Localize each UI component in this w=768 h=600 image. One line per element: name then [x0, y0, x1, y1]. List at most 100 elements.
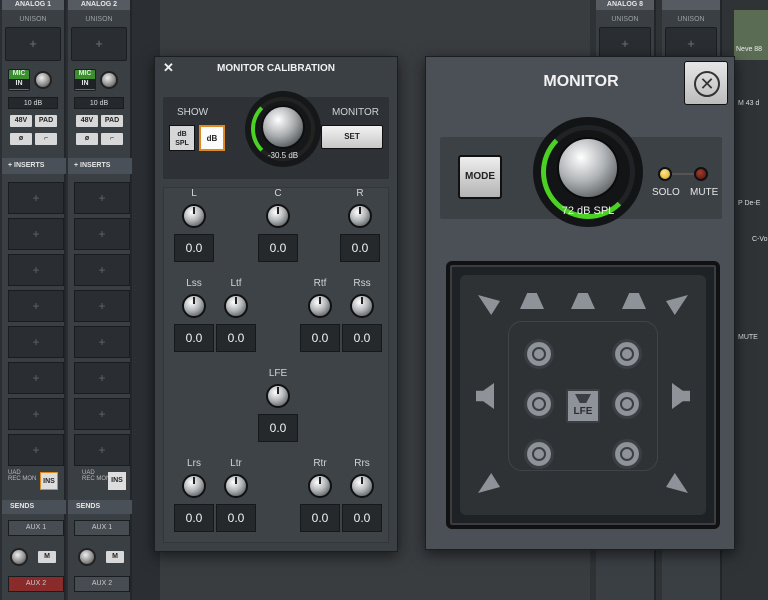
insert-slot[interactable]: +: [74, 218, 130, 250]
insert-c-vo[interactable]: C-Vo: [752, 236, 768, 243]
aux-send-knob[interactable]: [10, 548, 28, 566]
phase-button[interactable]: ø: [10, 133, 32, 145]
aux-2-send[interactable]: AUX 2: [74, 576, 130, 592]
trim-value[interactable]: 0.0: [342, 324, 382, 352]
sends-header[interactable]: SENDS: [2, 500, 66, 514]
speaker-l-icon[interactable]: [524, 339, 554, 369]
aux-2-send[interactable]: AUX 2: [8, 576, 64, 592]
speaker-rs-icon[interactable]: [612, 389, 642, 419]
trim-knob[interactable]: [266, 384, 290, 408]
aux-1-send[interactable]: AUX 1: [74, 520, 130, 536]
insert-slot[interactable]: +: [74, 254, 130, 286]
trim-knob[interactable]: [308, 294, 332, 318]
aux-mute-button[interactable]: M: [38, 551, 56, 563]
speaker-ltf-icon[interactable]: [520, 293, 544, 309]
trim-value[interactable]: 0.0: [300, 324, 340, 352]
lowcut-button[interactable]: ⌐: [101, 133, 123, 145]
mute-led[interactable]: [694, 167, 708, 181]
aux-1-send[interactable]: AUX 1: [8, 520, 64, 536]
mute-label[interactable]: MUTE: [738, 334, 758, 341]
insert-slot[interactable]: +: [8, 398, 64, 430]
speaker-rtf-icon[interactable]: [622, 293, 646, 309]
trim-knob[interactable]: [308, 474, 332, 498]
ins-button[interactable]: INS: [108, 472, 126, 490]
trim-value[interactable]: 0.0: [174, 234, 214, 262]
plugin-unison-neve[interactable]: Neve 88: [734, 10, 768, 60]
mic-in-button[interactable]: MIC IN: [74, 69, 96, 91]
trim-knob[interactable]: [224, 474, 248, 498]
insert-slot[interactable]: +: [74, 182, 130, 214]
lfe-speaker-button[interactable]: LFE: [566, 389, 600, 423]
insert-slot[interactable]: +: [8, 218, 64, 250]
phantom-48v-button[interactable]: 48V: [10, 115, 32, 127]
speaker-lss-icon[interactable]: [476, 383, 494, 409]
speaker-lw-icon[interactable]: [478, 295, 500, 315]
inserts-header[interactable]: + INSERTS: [2, 158, 66, 174]
speaker-rw-icon[interactable]: [666, 295, 688, 315]
trim-knob[interactable]: [350, 294, 374, 318]
insert-slot[interactable]: +: [8, 326, 64, 358]
insert-slot[interactable]: +: [8, 362, 64, 394]
insert-slot[interactable]: +: [8, 290, 64, 322]
lowcut-button[interactable]: ⌐: [35, 133, 57, 145]
trim-value[interactable]: 0.0: [216, 504, 256, 532]
solo-led[interactable]: [658, 167, 672, 181]
speaker-ls-icon[interactable]: [524, 389, 554, 419]
trim-knob[interactable]: [348, 204, 372, 228]
show-db-button[interactable]: dB: [199, 125, 225, 151]
mic-in-button[interactable]: MIC IN: [8, 69, 30, 91]
aux-mute-button[interactable]: M: [106, 551, 124, 563]
speaker-r-icon[interactable]: [612, 339, 642, 369]
trim-knob[interactable]: [224, 294, 248, 318]
unison-slot[interactable]: +: [71, 27, 127, 61]
insert-slot[interactable]: +: [74, 362, 130, 394]
insert-slot[interactable]: +: [74, 434, 130, 466]
trim-value[interactable]: 0.0: [258, 414, 298, 442]
unison-label: UNISON: [611, 16, 639, 23]
insert-p-de[interactable]: P De-E: [738, 200, 760, 207]
insert-slot[interactable]: +: [8, 434, 64, 466]
close-button[interactable]: ✕: [684, 61, 728, 105]
calibration-level-knob[interactable]: -30.5 dB: [245, 91, 321, 167]
unison-slot[interactable]: +: [5, 27, 61, 61]
insert-slot[interactable]: +: [74, 290, 130, 322]
insert-slot[interactable]: +: [8, 254, 64, 286]
speaker-lb-icon[interactable]: [524, 439, 554, 469]
trim-knob[interactable]: [182, 204, 206, 228]
trim-value[interactable]: 0.0: [300, 504, 340, 532]
trim-value[interactable]: 0.0: [216, 324, 256, 352]
trim-value[interactable]: 0.0: [340, 234, 380, 262]
gain-knob[interactable]: [34, 71, 52, 89]
speaker-rss-icon[interactable]: [672, 383, 690, 409]
pad-button[interactable]: PAD: [101, 115, 123, 127]
sends-header[interactable]: SENDS: [68, 500, 132, 514]
speaker-lrs-icon[interactable]: [478, 473, 500, 493]
insert-slot[interactable]: +: [74, 398, 130, 430]
trim-value[interactable]: 0.0: [174, 504, 214, 532]
trim-value[interactable]: 0.0: [174, 324, 214, 352]
insert-slot[interactable]: +: [8, 182, 64, 214]
trim-knob[interactable]: [266, 204, 290, 228]
monitor-level-knob[interactable]: 72 dB SPL: [533, 117, 643, 227]
trim-value[interactable]: 0.0: [258, 234, 298, 262]
set-button[interactable]: SET: [321, 125, 383, 149]
speaker-c-top-icon[interactable]: [571, 293, 595, 309]
ins-button[interactable]: INS: [40, 472, 58, 490]
speaker-rrs-icon[interactable]: [666, 473, 688, 493]
trim-knob[interactable]: [350, 474, 374, 498]
trim-value[interactable]: 0.0: [342, 504, 382, 532]
phase-button[interactable]: ø: [76, 133, 98, 145]
phantom-48v-button[interactable]: 48V: [76, 115, 98, 127]
gain-knob[interactable]: [100, 71, 118, 89]
aux-send-knob[interactable]: [78, 548, 96, 566]
show-db-spl-button[interactable]: dB SPL: [169, 125, 195, 151]
speaker-rb-icon[interactable]: [612, 439, 642, 469]
pad-button[interactable]: PAD: [35, 115, 57, 127]
calibration-controls: SHOW MONITOR dB SPL dB -30.5 dB SET: [163, 91, 389, 179]
mode-button[interactable]: MODE: [458, 155, 502, 199]
insert-slot[interactable]: +: [74, 326, 130, 358]
close-icon[interactable]: ✕: [163, 60, 174, 76]
trim-knob[interactable]: [182, 294, 206, 318]
inserts-header[interactable]: + INSERTS: [68, 158, 132, 174]
trim-knob[interactable]: [182, 474, 206, 498]
